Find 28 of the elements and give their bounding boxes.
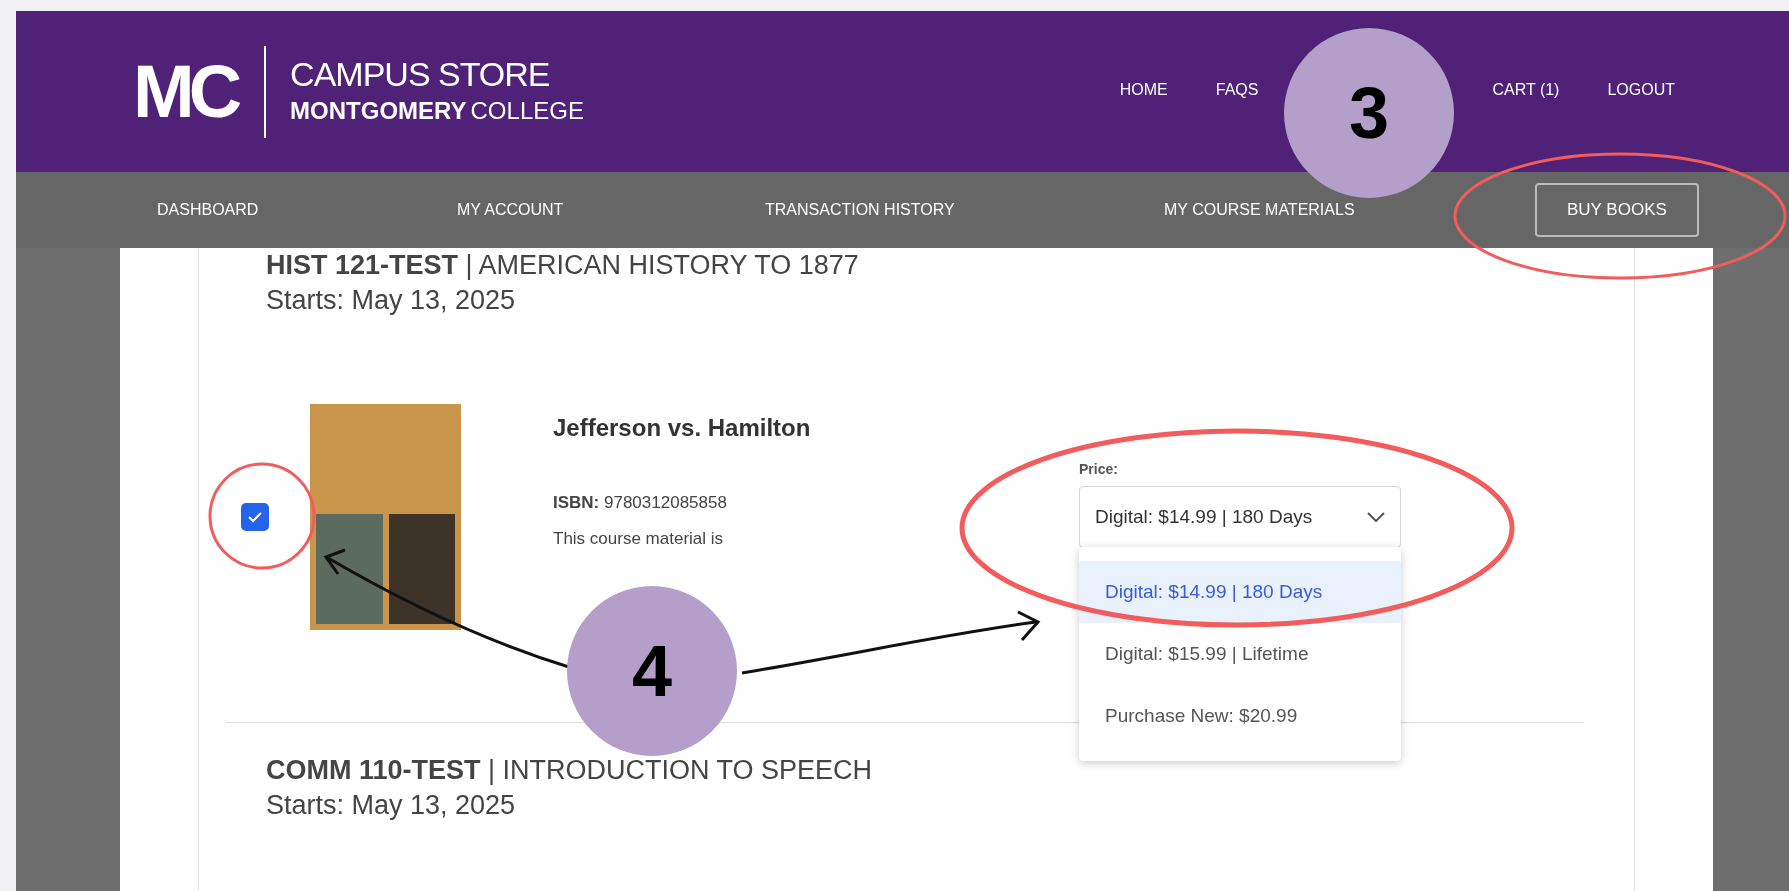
nav-link[interactable]: MY COURSE MATERIALS bbox=[1164, 201, 1355, 218]
logo-text: MC bbox=[133, 49, 237, 135]
nav-link[interactable]: TRANSACTION HISTORY bbox=[765, 201, 955, 218]
header-link[interactable]: LOGOUT bbox=[1607, 77, 1675, 102]
isbn-text: ISBN: 9780312085858 bbox=[553, 492, 728, 514]
check-icon bbox=[246, 511, 263, 523]
book-title: Jefferson vs. Hamilton bbox=[553, 413, 812, 443]
course-heading: COMM 110-TEST | INTRODUCTION TO SPEECH bbox=[266, 754, 873, 787]
availability-text: This course material is bbox=[553, 527, 725, 550]
course-start-date: Starts: May 13, 2025 bbox=[266, 789, 516, 822]
course-heading: HIST 121-TEST | AMERICAN HISTORY TO 1877 bbox=[266, 249, 859, 282]
header-link[interactable]: HOME bbox=[1119, 77, 1168, 102]
checkbox[interactable] bbox=[240, 503, 269, 531]
nav-link[interactable]: DASHBOARD bbox=[157, 201, 259, 218]
college-name-bold: MONTGOMERY bbox=[290, 95, 467, 126]
college-name: COLLEGE bbox=[470, 95, 584, 126]
course-start-date: Starts: May 13, 2025 bbox=[266, 284, 516, 317]
buy-books-button[interactable]: BUY BOOKS bbox=[1535, 183, 1699, 237]
chevron-down-icon bbox=[1367, 512, 1385, 522]
price-option[interactable]: Digital: $14.99 | 180 Days bbox=[1079, 561, 1401, 623]
price-select[interactable]: Digital: $14.99 | 180 Days bbox=[1079, 486, 1401, 548]
header-link[interactable]: FAQS bbox=[1215, 77, 1259, 102]
header-link[interactable]: CART (1) bbox=[1492, 77, 1560, 102]
nav-link[interactable]: MY ACCOUNT bbox=[457, 201, 564, 218]
price-label: Price: bbox=[1079, 460, 1119, 479]
price-option[interactable]: Purchase New: $20.99 bbox=[1079, 685, 1401, 747]
price-option[interactable]: Digital: $15.99 | Lifetime bbox=[1079, 623, 1401, 685]
store-name: CAMPUS STORE bbox=[290, 54, 551, 93]
